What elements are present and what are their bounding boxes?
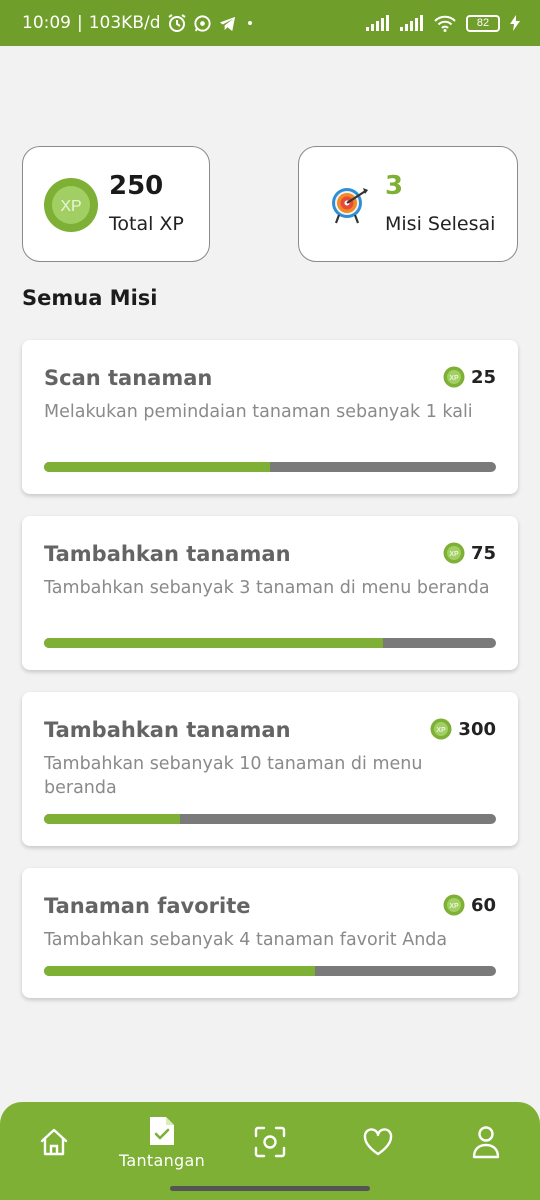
nav-scan[interactable] [216, 1102, 324, 1182]
mission-description: Tambahkan sebanyak 10 tanaman di menu be… [44, 754, 423, 798]
xp-coin-icon: XP [443, 366, 465, 388]
total-xp-card: XP 250 Total XP [22, 146, 210, 262]
mission-progress-fill [44, 814, 180, 824]
status-left: 10:09 | 103KB/d [22, 13, 257, 33]
mission-progress-fill [44, 966, 316, 976]
xp-coin-text: XP [60, 198, 81, 215]
xp-coin-icon: XP [443, 894, 465, 916]
mission-description: Melakukan pemindaian tanaman sebanyak 1 … [44, 402, 473, 422]
svg-text:XP: XP [449, 903, 459, 910]
nav-home[interactable] [0, 1102, 108, 1182]
scan-icon [254, 1126, 286, 1158]
challenge-icon [150, 1116, 174, 1145]
signal-icon [400, 15, 424, 31]
charging-icon [510, 15, 520, 31]
total-xp-value: 250 [109, 171, 164, 201]
dot-icon [243, 16, 257, 30]
mission-progress-bar [44, 814, 496, 824]
svg-text:XP: XP [437, 727, 447, 734]
xp-coin-icon: XP [43, 177, 99, 237]
mission-description: Tambahkan sebanyak 3 tanaman di menu ber… [44, 578, 490, 598]
nav-challenges[interactable]: Tantangan [108, 1102, 216, 1182]
mission-card[interactable]: Tambahkan tanaman XP 300 Tambahkan seban… [22, 692, 518, 846]
mission-xp-value: 300 [458, 718, 496, 740]
missions-completed-label: Misi Selesai [385, 213, 496, 235]
mission-xp: XP 25 [443, 366, 496, 388]
home-indicator [170, 1186, 370, 1191]
nav-challenges-label: Tantangan [118, 1150, 206, 1170]
status-speed: 103KB/d [88, 13, 161, 33]
svg-text:XP: XP [449, 551, 459, 558]
mission-progress-fill [44, 638, 383, 648]
section-title: Semua Misi [22, 286, 158, 310]
xp-coin-icon: XP [430, 718, 452, 740]
telegram-icon [218, 14, 237, 33]
mission-xp-value: 75 [470, 542, 496, 564]
heart-icon [363, 1128, 393, 1156]
mission-card[interactable]: Scan tanaman XP 25 Melakukan pemindaian … [22, 340, 518, 494]
mission-progress-bar [44, 638, 496, 648]
missions-completed-card: 3 Misi Selesai [298, 146, 518, 262]
status-right: 82 [366, 14, 520, 32]
xp-coin-icon: XP [443, 542, 465, 564]
whatsapp-icon [193, 14, 212, 33]
nav-favorites[interactable] [324, 1102, 432, 1182]
mission-card[interactable]: Tanaman favorite XP 60 Tambahkan sebanya… [22, 868, 518, 998]
mission-xp: XP 60 [443, 894, 496, 916]
mission-title: Scan tanaman [44, 366, 213, 390]
mission-title: Tanaman favorite [44, 894, 251, 918]
mission-progress-bar [44, 462, 496, 472]
alarm-icon [167, 13, 187, 33]
mission-description: Tambahkan sebanyak 4 tanaman favorit And… [44, 930, 448, 950]
mission-xp: XP 75 [443, 542, 496, 564]
status-bar: 10:09 | 103KB/d 82 [0, 0, 540, 46]
home-icon [40, 1128, 68, 1156]
status-separator: | [77, 13, 83, 33]
mission-title: Tambahkan tanaman [44, 718, 291, 742]
mission-xp: XP 300 [430, 718, 496, 740]
svg-text:XP: XP [449, 375, 459, 382]
signal-icon [366, 15, 390, 31]
nav-profile[interactable] [432, 1102, 540, 1182]
battery-icon: 82 [466, 14, 500, 32]
total-xp-label: Total XP [109, 213, 184, 235]
wifi-icon [434, 15, 456, 32]
mission-card[interactable]: Tambahkan tanaman XP 75 Tambahkan sebany… [22, 516, 518, 670]
mission-xp-value: 60 [470, 894, 496, 916]
mission-progress-bar [44, 966, 496, 976]
missions-completed-value: 3 [385, 171, 404, 201]
target-icon [329, 185, 369, 229]
mission-title: Tambahkan tanaman [44, 542, 291, 566]
mission-xp-value: 25 [470, 366, 496, 388]
mission-progress-fill [44, 462, 270, 472]
profile-icon [472, 1126, 500, 1159]
status-time: 10:09 [22, 13, 71, 33]
